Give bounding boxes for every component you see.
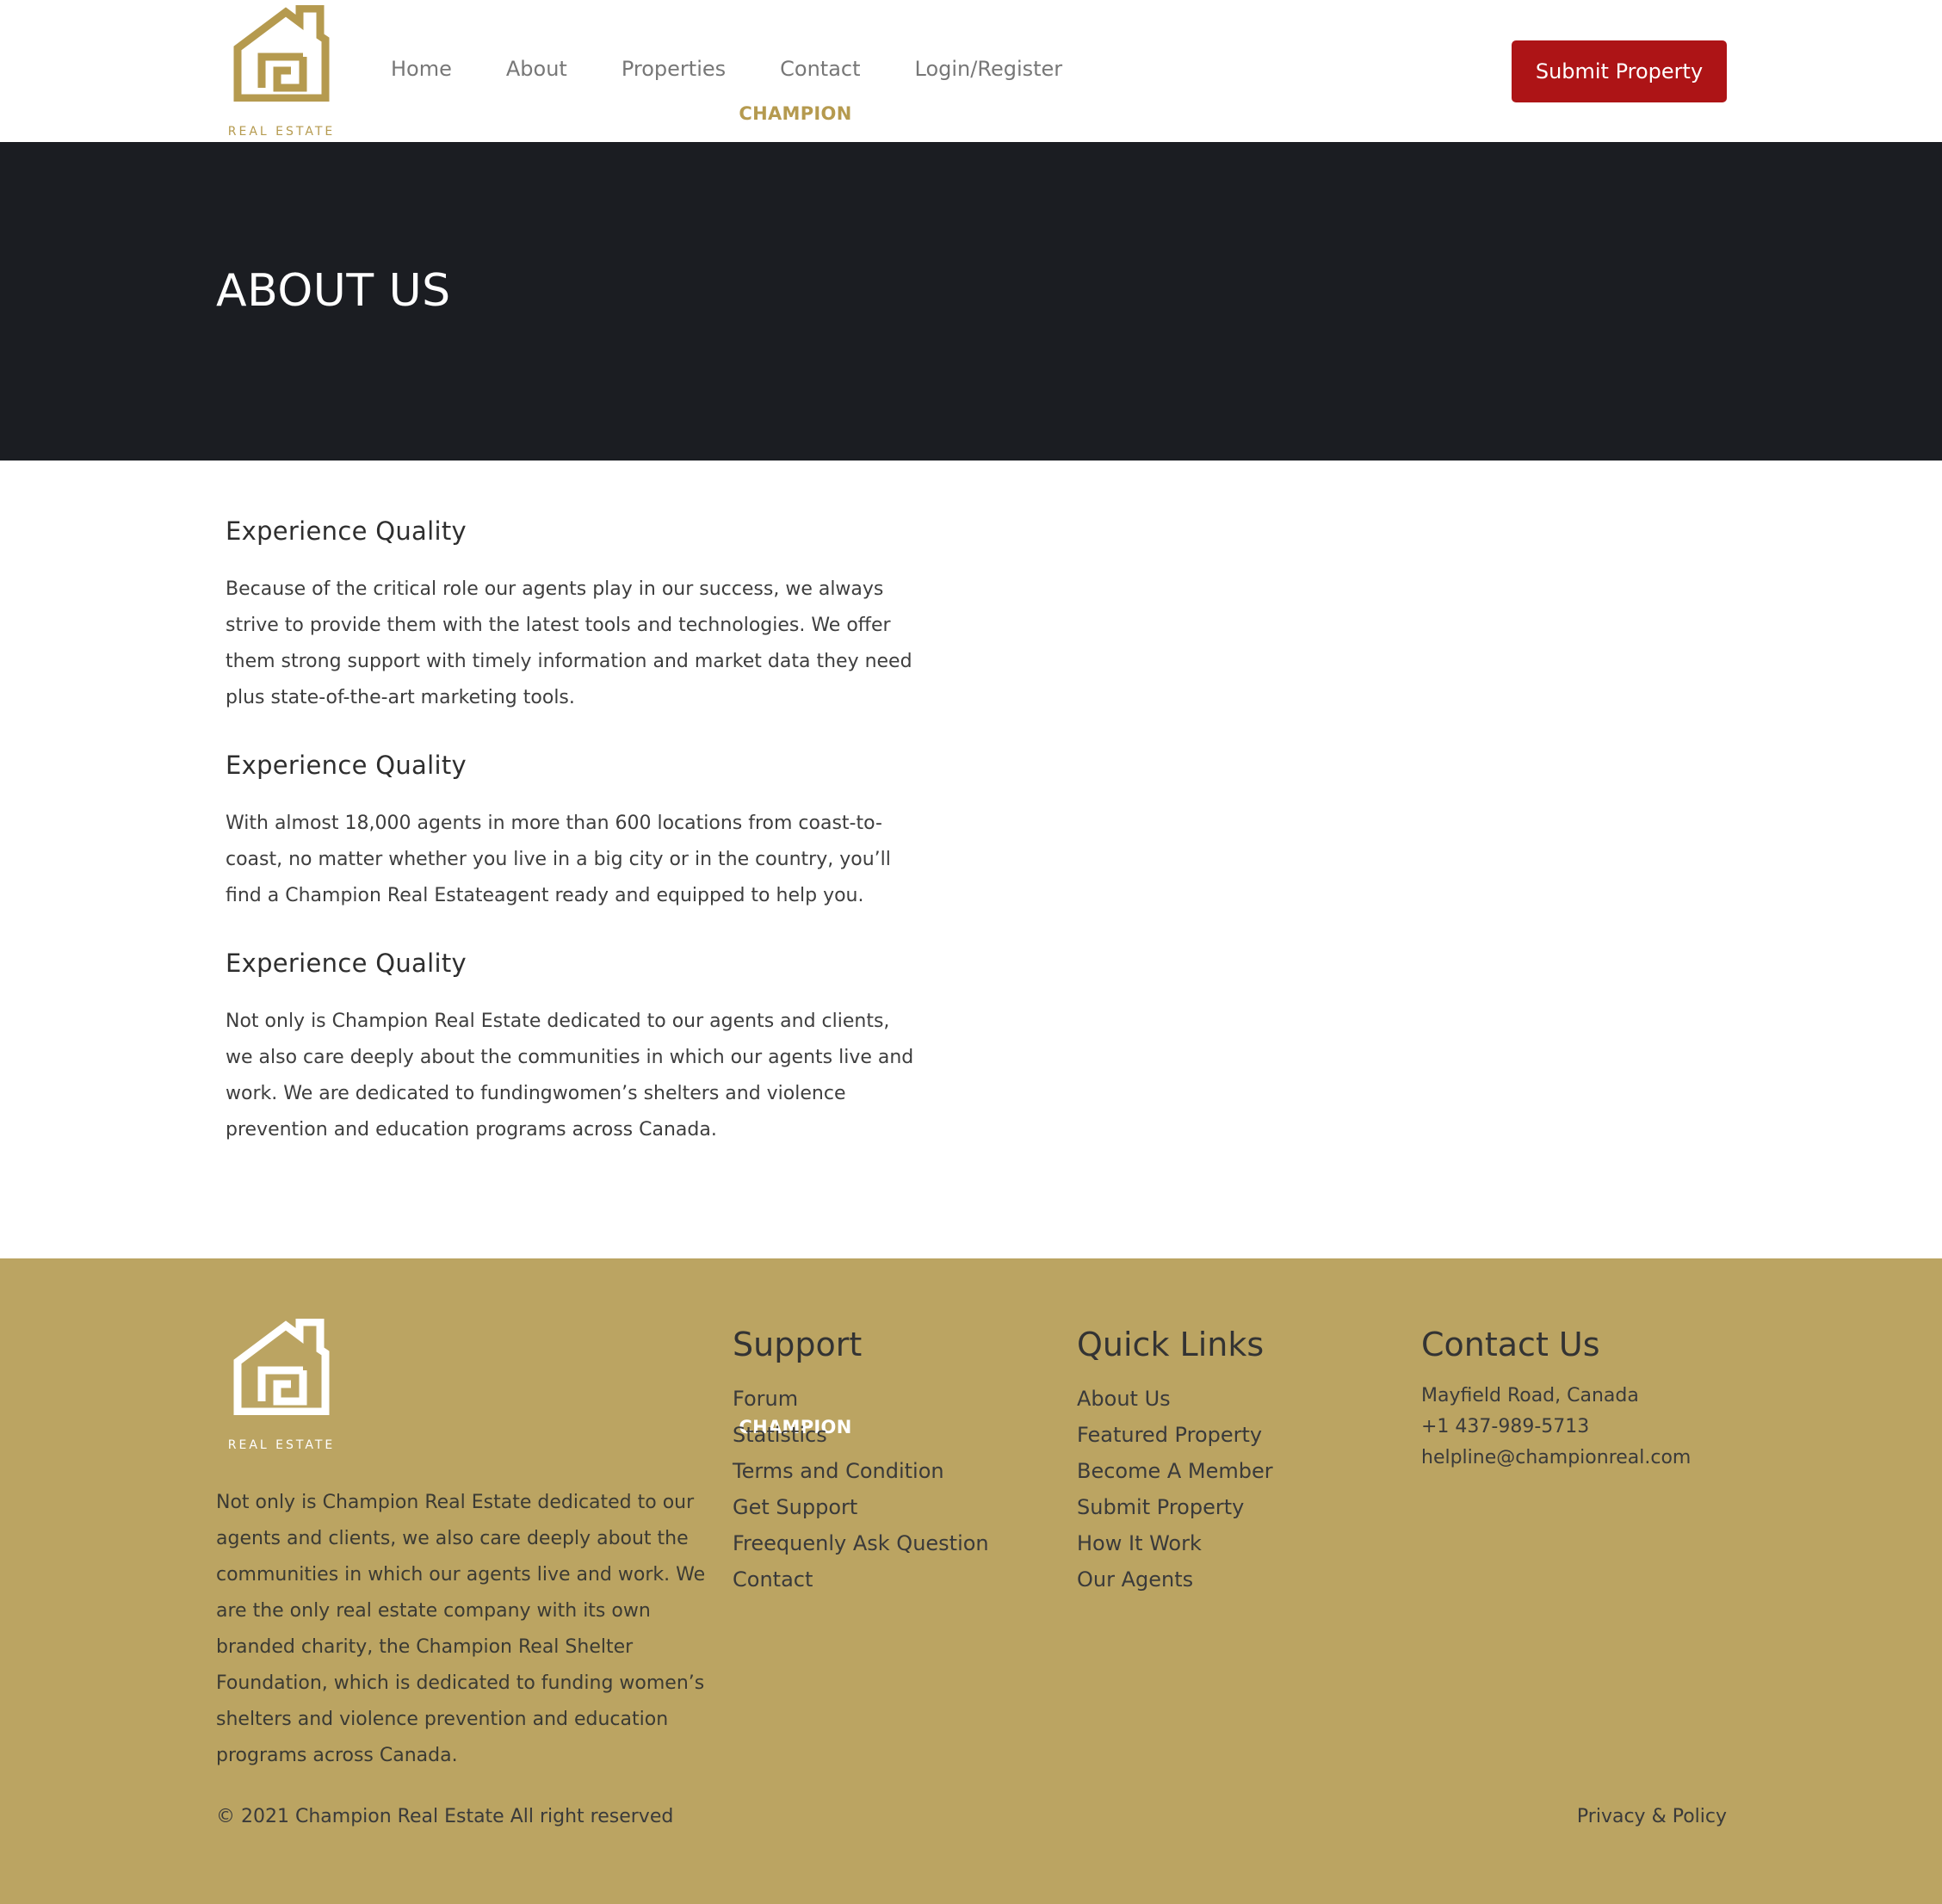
- footer-contact-title: Contact Us: [1421, 1326, 1600, 1363]
- about-content: Experience Quality Because of the critic…: [226, 516, 914, 1183]
- footer-link-our-agents[interactable]: Our Agents: [1077, 1561, 1273, 1598]
- footer-link-featured-property[interactable]: Featured Property: [1077, 1417, 1273, 1453]
- nav-home[interactable]: Home: [391, 57, 452, 81]
- footer-brand-logo[interactable]: CHAMPION REAL ESTATE: [226, 1318, 851, 1456]
- page-title: ABOUT US: [216, 265, 451, 317]
- footer-support-column: Support Forum Statistics Terms and Condi…: [733, 1326, 989, 1598]
- brand-name: CHAMPION: [739, 103, 852, 124]
- site-footer: CHAMPION REAL ESTATE Not only is Champio…: [0, 1258, 1942, 1904]
- nav-login-register[interactable]: Login/Register: [915, 57, 1063, 81]
- nav-properties[interactable]: Properties: [622, 57, 726, 81]
- footer-link-faq[interactable]: Freequenly Ask Question: [733, 1525, 989, 1561]
- footer-about-text: Not only is Champion Real Estate dedicat…: [216, 1492, 706, 1766]
- contact-phone[interactable]: +1 437-989-5713: [1421, 1412, 1691, 1443]
- copyright-text: © 2021 Champion Real Estate All right re…: [216, 1806, 674, 1827]
- brand-tagline: REAL ESTATE: [227, 125, 336, 139]
- footer-brand-tagline: REAL ESTATE: [227, 1438, 336, 1452]
- section-text: Because of the critical role our agents …: [226, 578, 912, 708]
- footer-support-title: Support: [733, 1326, 863, 1363]
- section-title: Experience Quality: [226, 751, 467, 780]
- footer-link-how-it-work[interactable]: How It Work: [1077, 1525, 1273, 1561]
- content-section: Experience Quality With almost 18,000 ag…: [226, 751, 914, 914]
- footer-link-about-us[interactable]: About Us: [1077, 1381, 1273, 1417]
- footer-link-get-support[interactable]: Get Support: [733, 1489, 989, 1525]
- contact-email[interactable]: helpline@championreal.com: [1421, 1443, 1691, 1474]
- section-title: Experience Quality: [226, 949, 467, 978]
- house-logo-icon: [233, 5, 330, 102]
- footer-link-terms[interactable]: Terms and Condition: [733, 1453, 989, 1489]
- house-logo-icon: [233, 1318, 330, 1416]
- footer-quick-links-column: Quick Links About Us Featured Property B…: [1077, 1326, 1273, 1598]
- section-title: Experience Quality: [226, 516, 467, 546]
- content-section: Experience Quality Not only is Champion …: [226, 949, 914, 1148]
- contact-address: Mayfield Road, Canada: [1421, 1385, 1639, 1406]
- brand-logo[interactable]: CHAMPION REAL ESTATE: [226, 5, 851, 139]
- footer-link-contact[interactable]: Contact: [733, 1561, 989, 1598]
- footer-link-submit-property[interactable]: Submit Property: [1077, 1489, 1273, 1525]
- page-hero: ABOUT US: [0, 142, 1942, 461]
- nav-contact[interactable]: Contact: [780, 57, 860, 81]
- nav-about[interactable]: About: [506, 57, 567, 81]
- footer-link-statistics[interactable]: Statistics: [733, 1417, 989, 1453]
- footer-contact-column: Contact Us Mayfield Road, Canada +1 437-…: [1421, 1326, 1691, 1474]
- site-header: CHAMPION REAL ESTATE Home About Properti…: [0, 0, 1942, 142]
- footer-link-become-member[interactable]: Become A Member: [1077, 1453, 1273, 1489]
- section-text: Not only is Champion Real Estate dedicat…: [226, 1011, 914, 1141]
- privacy-policy-link[interactable]: Privacy & Policy: [1577, 1806, 1727, 1827]
- section-text: With almost 18,000 agents in more than 6…: [226, 813, 891, 906]
- submit-property-button[interactable]: Submit Property: [1512, 40, 1727, 102]
- footer-link-forum[interactable]: Forum: [733, 1381, 989, 1417]
- footer-quick-links-title: Quick Links: [1077, 1326, 1265, 1363]
- main-nav: Home About Properties Contact Login/Regi…: [391, 57, 1116, 81]
- content-section: Experience Quality Because of the critic…: [226, 516, 914, 716]
